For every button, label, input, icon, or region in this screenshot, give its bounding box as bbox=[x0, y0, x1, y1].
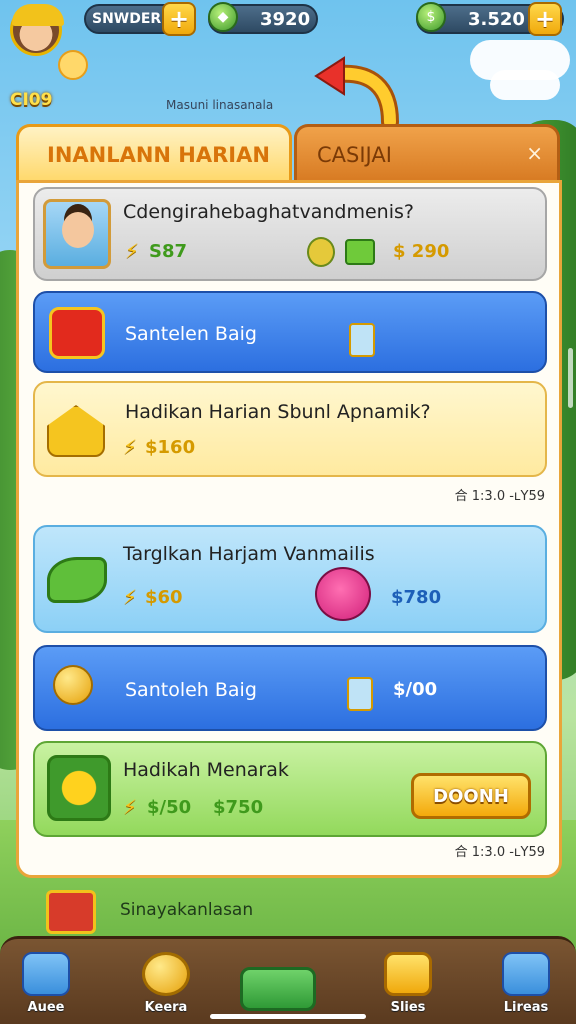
quest-title: Cdengirahebaghatvandmenis? bbox=[123, 201, 414, 223]
reward-money: $/00 bbox=[393, 679, 438, 700]
candy-character-icon bbox=[315, 567, 371, 621]
home-icon bbox=[22, 952, 70, 996]
timer-label: 合 1:3.0 -ʟY59 bbox=[454, 489, 545, 504]
reward-value: $160 bbox=[145, 437, 196, 458]
coins-value: 3.520 bbox=[468, 8, 525, 30]
quest-panel: INANLANN HARIAN CASIJAI × Cdengirahebagh… bbox=[16, 124, 562, 878]
gift-box-icon bbox=[46, 890, 96, 934]
quest-title: Targlkan Harjam Vanmailis bbox=[123, 543, 375, 565]
reward-money: $ 290 bbox=[393, 241, 450, 262]
shield-icon bbox=[307, 237, 335, 267]
quest-title: Hadikan Harian Sbunl Apnamik? bbox=[125, 401, 431, 423]
list-item[interactable]: Santoleh Baig $/00 bbox=[33, 645, 547, 731]
nav-item-tasks[interactable] bbox=[236, 945, 320, 1019]
tab-casual-label: CASIJAI bbox=[317, 142, 392, 167]
tab-daily[interactable]: INANLANN HARIAN bbox=[16, 124, 292, 182]
list-item[interactable]: Hadikah Menarak ⚡ $/50 $750 DOONH bbox=[33, 741, 547, 837]
list-item[interactable]: Santelen Baig bbox=[33, 291, 547, 373]
reward-value: $60 bbox=[145, 587, 183, 608]
close-icon[interactable]: × bbox=[526, 141, 543, 165]
add-name-button[interactable]: + bbox=[162, 2, 196, 36]
cloud bbox=[490, 70, 560, 100]
avatar-helmet bbox=[12, 4, 64, 26]
footer-note: Sinayakanlasan bbox=[120, 900, 254, 920]
tasks-icon bbox=[240, 967, 316, 1011]
nav-label: Lireas bbox=[503, 1000, 549, 1015]
gift-icon bbox=[49, 307, 105, 359]
bottom-nav: Auee Keera Slies Lireas bbox=[0, 936, 576, 1024]
add-coins-button[interactable]: + bbox=[528, 2, 562, 36]
nav-item-home[interactable]: Auee bbox=[10, 945, 82, 1019]
items-icon bbox=[502, 952, 550, 996]
nav-item-coins[interactable]: Keera bbox=[130, 945, 202, 1019]
list-item[interactable]: Hadikan Harian Sbunl Apnamik? ⚡ $160 bbox=[33, 381, 547, 477]
home-indicator[interactable] bbox=[210, 1014, 366, 1019]
reward-value: S87 bbox=[149, 241, 188, 262]
pet-icon bbox=[58, 50, 88, 80]
coin-stack-icon bbox=[53, 665, 93, 705]
shop-icon bbox=[384, 952, 432, 996]
briefcase-icon bbox=[345, 239, 375, 265]
subtitle: Masuni linasanala bbox=[166, 98, 274, 112]
reward-money: $780 bbox=[391, 587, 442, 608]
nav-label: Slies bbox=[390, 1000, 426, 1015]
player-name: SNWDER bbox=[92, 11, 162, 27]
tab-casual[interactable]: CASIJAI × bbox=[294, 124, 560, 182]
nav-label: Keera bbox=[144, 1000, 188, 1015]
jar-icon bbox=[347, 677, 373, 711]
gem-icon: ◆ bbox=[208, 2, 238, 32]
tab-daily-label: INANLANN HARIAN bbox=[47, 142, 270, 167]
nav-item-shop[interactable]: Slies bbox=[372, 945, 444, 1019]
scrollbar[interactable] bbox=[568, 348, 573, 408]
curved-arrow-icon bbox=[314, 56, 399, 126]
nav-item-items[interactable]: Lireas bbox=[490, 945, 562, 1019]
lightning-icon: ⚡ bbox=[123, 585, 138, 609]
house-icon bbox=[47, 405, 105, 457]
quest-title: Santoleh Baig bbox=[125, 679, 257, 701]
jar-icon bbox=[349, 323, 375, 357]
money-icon: $ bbox=[416, 2, 446, 32]
nav-label: Auee bbox=[27, 1000, 65, 1015]
reward-money: $750 bbox=[213, 797, 264, 818]
character-portrait-icon bbox=[43, 199, 111, 269]
player-level: CI09 bbox=[10, 90, 53, 110]
coin-icon bbox=[142, 952, 190, 996]
quest-title: Santelen Baig bbox=[125, 323, 257, 345]
gems-value: 3920 bbox=[260, 8, 311, 30]
quest-title: Hadikah Menarak bbox=[123, 759, 289, 781]
lightning-icon: ⚡ bbox=[123, 795, 138, 819]
lightning-icon: ⚡ bbox=[125, 239, 140, 263]
reward-value: $/50 bbox=[147, 797, 192, 818]
list-item[interactable]: Cdengirahebaghatvandmenis? ⚡ S87 $ 290 bbox=[33, 187, 547, 281]
leaf-icon bbox=[47, 557, 107, 603]
flower-icon bbox=[47, 755, 111, 821]
list-item[interactable]: Targlkan Harjam Vanmailis ⚡ $60 $780 bbox=[33, 525, 547, 633]
lightning-icon: ⚡ bbox=[123, 435, 138, 459]
claim-button[interactable]: DOONH bbox=[411, 773, 531, 819]
quest-list: Cdengirahebaghatvandmenis? ⚡ S87 $ 290 S… bbox=[16, 180, 562, 878]
timer-label: 合 1:3.0 -ʟY59 bbox=[454, 845, 545, 860]
